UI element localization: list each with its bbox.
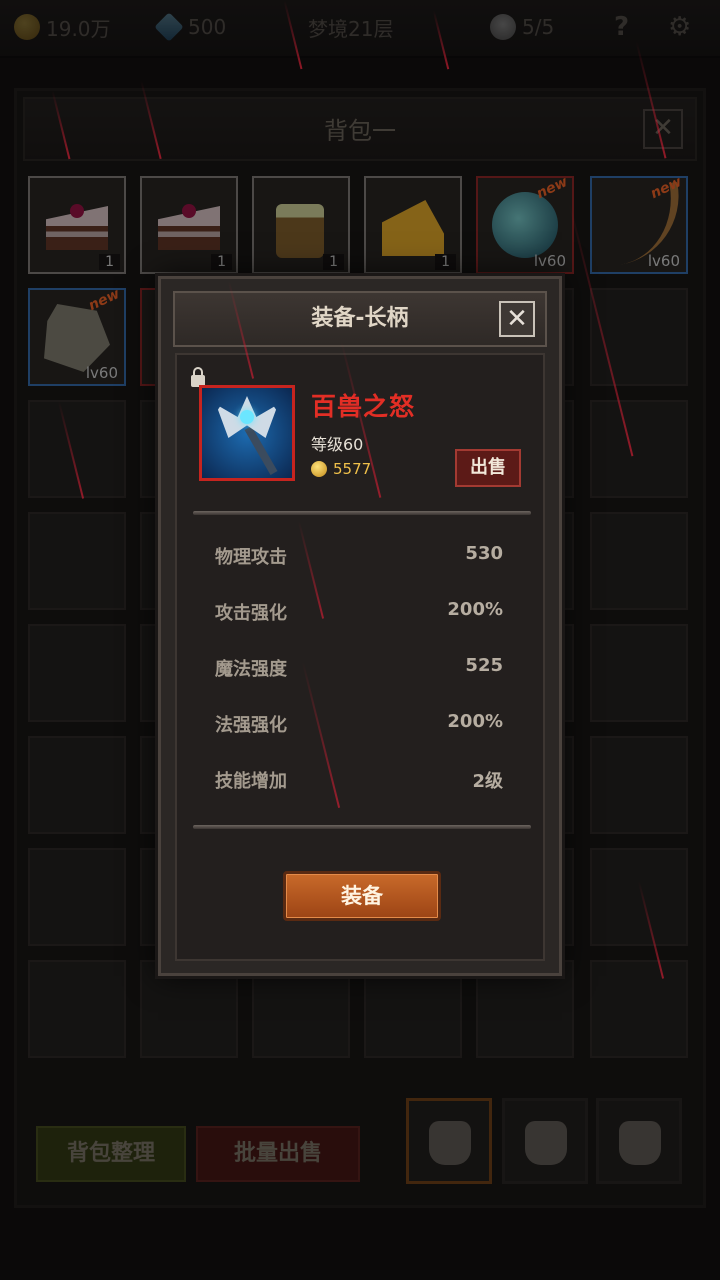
gem-icon	[240, 410, 254, 424]
stat-name: 技能增加	[215, 771, 287, 792]
stat-name: 物理攻击	[215, 547, 287, 568]
equip-button[interactable]: 装备	[283, 871, 441, 921]
stat-value: 525	[465, 655, 503, 676]
equipment-detail-modal: 装备-长柄 ✕ 百兽之怒 等级60 5577 出售 物理攻击 530 攻击强化 …	[158, 276, 562, 976]
stat-value: 200%	[447, 711, 503, 732]
item-name: 百兽之怒	[311, 392, 416, 421]
stat-name: 法强强化	[215, 715, 287, 736]
item-price: 5577	[333, 460, 372, 478]
stat-value: 200%	[447, 599, 503, 620]
stat-value: 530	[465, 543, 503, 564]
stat-name: 攻击强化	[215, 603, 287, 624]
modal-body: 百兽之怒 等级60 5577 出售 物理攻击 530 攻击强化 200% 魔法强…	[175, 353, 545, 961]
modal-close-button[interactable]: ✕	[499, 301, 535, 337]
item-level: 等级60	[311, 435, 364, 454]
stat-value: 2级	[472, 771, 503, 792]
sell-button[interactable]: 出售	[455, 449, 521, 487]
divider-bottom	[193, 825, 531, 829]
modal-title: 装备-长柄	[311, 306, 409, 331]
divider-top	[193, 511, 531, 515]
item-image-frame	[199, 385, 295, 481]
modal-title-bar: 装备-长柄 ✕	[173, 291, 547, 347]
stat-name: 魔法强度	[215, 659, 287, 680]
coin-icon	[311, 461, 327, 477]
